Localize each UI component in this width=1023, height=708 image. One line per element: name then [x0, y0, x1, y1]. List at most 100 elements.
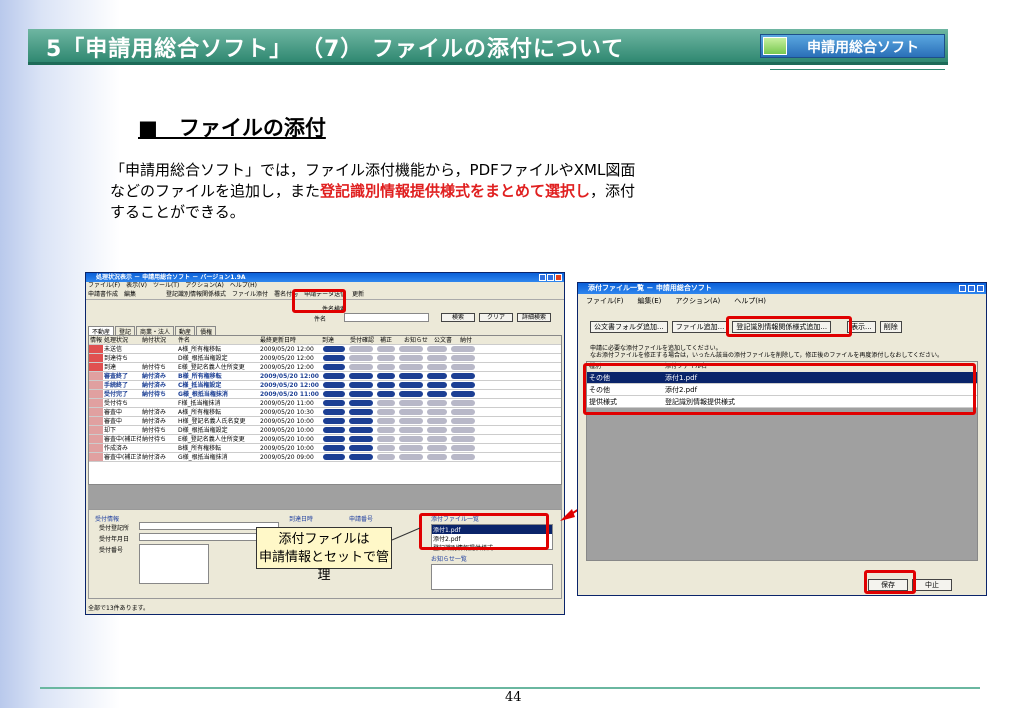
row-action-icon[interactable]: [427, 409, 447, 415]
menu-item[interactable]: 表示(V): [126, 282, 147, 289]
name-input[interactable]: [344, 313, 429, 322]
row-action-icon[interactable]: [377, 436, 395, 442]
toolbar-button[interactable]: 更新: [352, 291, 364, 298]
row-action-icon[interactable]: [323, 355, 345, 361]
row-action-icon[interactable]: [323, 409, 345, 415]
toolbar-button[interactable]: 削除: [879, 321, 902, 333]
row-action-icon[interactable]: [451, 436, 475, 442]
search-button[interactable]: クリア: [479, 313, 513, 322]
row-action-icon[interactable]: [399, 373, 423, 379]
row-action-icon[interactable]: [399, 436, 423, 442]
row-action-icon[interactable]: [427, 436, 447, 442]
row-action-icon[interactable]: [427, 454, 447, 460]
row-action-icon[interactable]: [451, 373, 475, 379]
row-action-icon[interactable]: [451, 409, 475, 415]
table-row[interactable]: 到達待ち D様_根抵当権設定 2009/05/20 12:00: [89, 354, 561, 363]
row-action-icon[interactable]: [349, 400, 373, 406]
maximize-icon[interactable]: [968, 285, 975, 292]
row-action-icon[interactable]: [323, 382, 345, 388]
row-action-icon[interactable]: [399, 445, 423, 451]
row-action-icon[interactable]: [399, 427, 423, 433]
close-icon[interactable]: [555, 274, 562, 281]
row-action-icon[interactable]: [377, 427, 395, 433]
row-action-icon[interactable]: [451, 364, 475, 370]
maximize-icon[interactable]: [547, 274, 554, 281]
toolbar-button[interactable]: 公文書フォルダ追加...: [590, 321, 668, 333]
row-action-icon[interactable]: [451, 454, 475, 460]
row-action-icon[interactable]: [451, 355, 475, 361]
toolbar-button[interactable]: 登記識別情報関係様式: [166, 291, 226, 298]
row-action-icon[interactable]: [377, 454, 395, 460]
row-action-icon[interactable]: [349, 445, 373, 451]
table-row[interactable]: 審査中 納付済み H様_登記名義人氏名変更 2009/05/20 10:00: [89, 417, 561, 426]
table-row[interactable]: 作成済み B様_所有権移転 2009/05/20 10:00: [89, 444, 561, 453]
menu-item[interactable]: アクション(A): [185, 282, 224, 289]
row-action-icon[interactable]: [349, 454, 373, 460]
row-action-icon[interactable]: [451, 400, 475, 406]
row-action-icon[interactable]: [377, 382, 395, 388]
row-action-icon[interactable]: [377, 400, 395, 406]
row-action-icon[interactable]: [377, 373, 395, 379]
row-action-icon[interactable]: [399, 364, 423, 370]
row-action-icon[interactable]: [399, 454, 423, 460]
row-action-icon[interactable]: [427, 391, 447, 397]
toolbar-button[interactable]: ファイル添付: [232, 291, 268, 298]
row-action-icon[interactable]: [349, 418, 373, 424]
table-row[interactable]: 手続終了 納付済み C様_抵当権設定 2009/05/20 12:00: [89, 381, 561, 390]
row-action-icon[interactable]: [427, 445, 447, 451]
cancel-button[interactable]: 中止: [912, 579, 952, 591]
minimize-icon[interactable]: [539, 274, 546, 281]
row-action-icon[interactable]: [451, 382, 475, 388]
row-action-icon[interactable]: [349, 427, 373, 433]
row-action-icon[interactable]: [427, 400, 447, 406]
row-action-icon[interactable]: [349, 364, 373, 370]
table-row[interactable]: 未送信 A様_所有権移転 2009/05/20 12:00: [89, 345, 561, 354]
row-action-icon[interactable]: [323, 400, 345, 406]
row-action-icon[interactable]: [427, 355, 447, 361]
search-button[interactable]: 検索: [441, 313, 475, 322]
row-action-icon[interactable]: [377, 409, 395, 415]
row-action-icon[interactable]: [349, 355, 373, 361]
row-action-icon[interactable]: [323, 454, 345, 460]
table-row[interactable]: 審査中(補正待ち)納付待ち E様_登記名義人住所変更 2009/05/20 10:0…: [89, 435, 561, 444]
menu-item[interactable]: ツール(T): [153, 282, 179, 289]
row-action-icon[interactable]: [399, 409, 423, 415]
close-icon[interactable]: [977, 285, 984, 292]
row-action-icon[interactable]: [323, 391, 345, 397]
table-row[interactable]: 審査中 納付済み A様_所有権移転 2009/05/20 10:30: [89, 408, 561, 417]
row-action-icon[interactable]: [399, 391, 423, 397]
search-button[interactable]: 詳細検索: [517, 313, 551, 322]
row-action-icon[interactable]: [451, 346, 475, 352]
table-row[interactable]: 審査終了 納付済み B様_所有権移転 2009/05/20 12:00: [89, 372, 561, 381]
table-row[interactable]: 受付完了 納付待ち G様_根抵当権抹消 2009/05/20 11:00: [89, 390, 561, 399]
row-action-icon[interactable]: [377, 418, 395, 424]
row-action-icon[interactable]: [349, 436, 373, 442]
row-action-icon[interactable]: [427, 427, 447, 433]
row-action-icon[interactable]: [427, 418, 447, 424]
row-action-icon[interactable]: [399, 355, 423, 361]
notice-list[interactable]: [431, 564, 553, 590]
row-action-icon[interactable]: [451, 445, 475, 451]
menu-item[interactable]: 編集(E): [638, 297, 662, 305]
row-action-icon[interactable]: [451, 418, 475, 424]
row-action-icon[interactable]: [323, 373, 345, 379]
row-action-icon[interactable]: [399, 346, 423, 352]
toolbar-button[interactable]: 申請書作成: [88, 291, 118, 298]
row-action-icon[interactable]: [377, 445, 395, 451]
row-action-icon[interactable]: [349, 346, 373, 352]
row-action-icon[interactable]: [323, 445, 345, 451]
row-action-icon[interactable]: [349, 391, 373, 397]
row-action-icon[interactable]: [349, 373, 373, 379]
row-action-icon[interactable]: [399, 418, 423, 424]
row-action-icon[interactable]: [377, 346, 395, 352]
row-action-icon[interactable]: [377, 355, 395, 361]
row-action-icon[interactable]: [399, 400, 423, 406]
row-action-icon[interactable]: [451, 427, 475, 433]
table-row[interactable]: 到達 納付待ち E様_登記名義人住所変更 2009/05/20 12:00: [89, 363, 561, 372]
row-action-icon[interactable]: [323, 364, 345, 370]
row-action-icon[interactable]: [323, 418, 345, 424]
table-row[interactable]: 却下 納付待ち D様_根抵当権設定 2009/05/20 10:00: [89, 426, 561, 435]
toolbar-button[interactable]: 編集: [124, 291, 136, 298]
menu-item[interactable]: ファイル(F): [88, 282, 120, 289]
row-action-icon[interactable]: [349, 409, 373, 415]
